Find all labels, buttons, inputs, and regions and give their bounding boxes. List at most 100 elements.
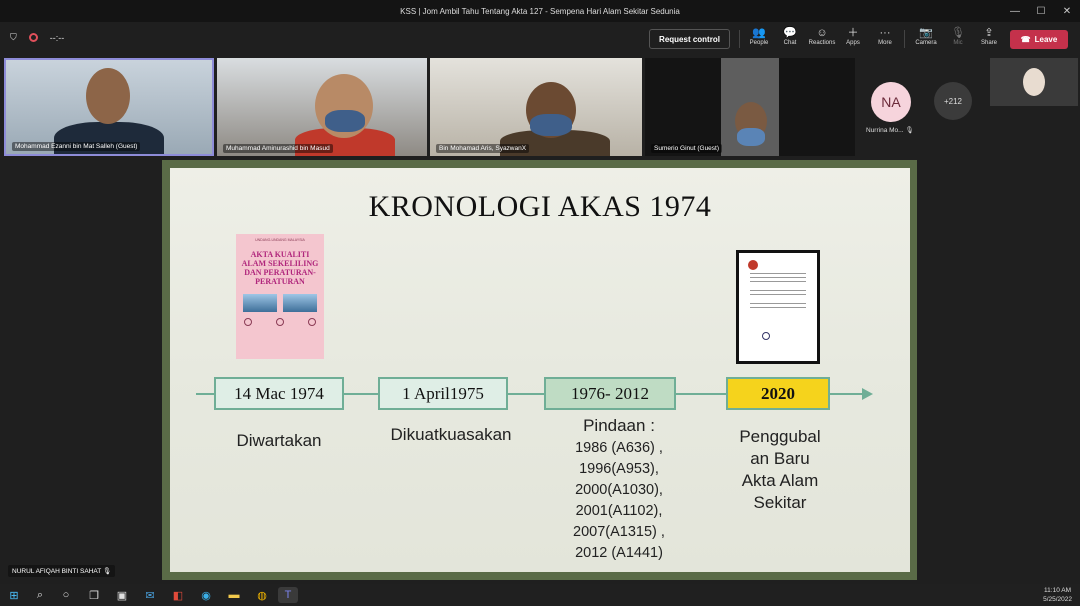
participant-name: Nurrina Mo... 🎙: [866, 126, 914, 134]
amendment-item: 1996(A953),: [579, 461, 659, 477]
timeline-arrow-icon: [862, 388, 873, 400]
store-icon[interactable]: ▣: [112, 587, 132, 603]
timeline-date-box: 2020: [726, 377, 830, 410]
task-view-icon[interactable]: ❐: [84, 587, 104, 603]
amendment-item: 1986 (A636) ,: [575, 440, 663, 456]
participant-tile[interactable]: Sumerio Ginut (Guest): [645, 58, 855, 156]
logo-icon: [308, 318, 316, 326]
chat-label: Chat: [783, 40, 797, 46]
text-line: [750, 294, 806, 295]
reactions-icon: ☺: [816, 27, 828, 39]
more-label: More: [878, 40, 892, 46]
mic-button[interactable]: 🎙 Mic: [942, 27, 974, 53]
mic-off-icon: 🎙: [905, 127, 914, 134]
reactions-label: Reactions: [808, 40, 836, 46]
participant-name: Sumerio Ginut (Guest): [651, 144, 723, 153]
reactions-button[interactable]: ☺ Reactions: [806, 27, 838, 53]
start-icon[interactable]: ⊞: [4, 587, 24, 603]
logo-icon: [244, 318, 252, 326]
leave-button[interactable]: ☎ Leave: [1010, 30, 1068, 49]
more-button[interactable]: ··· More: [869, 27, 901, 53]
more-icon: ···: [879, 27, 891, 39]
teams-icon[interactable]: T: [278, 587, 298, 603]
meeting-status: ⛉ --:--: [10, 32, 64, 43]
slide-title: KRONOLOGI AKAS 1974: [368, 190, 712, 223]
text-line: [750, 277, 806, 278]
participant-name: Muhammad Aminurashid bin Masud: [223, 144, 333, 153]
cortana-icon[interactable]: ○: [56, 587, 76, 603]
act-book-cover: UNDANG-UNDANG MALAYSIA AKTA KUALITI ALAM…: [236, 234, 324, 359]
timeline-date-box: 14 Mac 1974: [214, 377, 344, 410]
office-icon[interactable]: ◧: [168, 587, 188, 603]
text-line: [750, 307, 806, 308]
amendment-list: 1986 (A636) , 1996(A953), 2000(A1030), 2…: [544, 438, 694, 564]
maximize-icon[interactable]: ☐: [1028, 0, 1054, 22]
mic-label: Mic: [953, 40, 963, 46]
book-title: AKTA KUALITI ALAM SEKELILING DAN PERATUR…: [241, 250, 319, 286]
amendment-item: 2012 (A1441): [575, 545, 663, 561]
cover-photo: [243, 294, 277, 312]
file-explorer-icon[interactable]: ▬: [224, 587, 244, 603]
meeting-timer: --:--: [49, 32, 65, 43]
chat-button[interactable]: 💬 Chat: [774, 27, 806, 53]
share-icon: ⇪: [984, 27, 994, 39]
meeting-toolbar: ⛉ --:-- Request control 👥 People 💬 Chat …: [0, 22, 1080, 56]
edge-icon[interactable]: ◉: [196, 587, 216, 603]
camera-label: Camera: [915, 40, 937, 46]
request-control-button[interactable]: Request control: [649, 29, 730, 49]
label-line: Akta Alam: [741, 471, 819, 490]
phone-hangup-icon: ☎: [1020, 35, 1031, 44]
people-icon: 👥: [752, 27, 766, 39]
logo-icon: [276, 318, 284, 326]
shield-icon: ⛉: [10, 32, 17, 42]
mail-icon[interactable]: ✉: [140, 587, 160, 603]
close-icon[interactable]: ✕: [1054, 0, 1080, 22]
minimize-icon[interactable]: —: [1002, 0, 1028, 22]
label-line: Sekitar: [753, 493, 807, 512]
windows-taskbar: ⊞ ⌕ ○ ❐ ▣ ✉ ◧ ◉ ▬ ◍ T 11:10 AM 5/25/2022: [0, 584, 1080, 606]
clock-time: 11:10 AM: [1044, 587, 1072, 594]
book-logos: [240, 318, 320, 326]
participant-tile[interactable]: Bin Mohamad Aris, SyazwanX: [430, 58, 642, 156]
face-mask: [530, 114, 572, 136]
more-participants-button[interactable]: +212: [934, 82, 972, 120]
label-line: Penggubal: [739, 427, 821, 446]
self-name-label: NURUL AFIQAH BINTI SAHAT 🎙: [8, 565, 116, 577]
chat-icon: 💬: [783, 27, 797, 39]
book-header: UNDANG-UNDANG MALAYSIA: [255, 238, 305, 242]
share-label: Share: [980, 40, 997, 46]
face-mask: [737, 128, 765, 146]
chrome-icon[interactable]: ◍: [252, 587, 272, 603]
system-clock[interactable]: 11:10 AM 5/25/2022: [1043, 586, 1072, 604]
text-line: [750, 303, 806, 304]
crest-icon: [748, 260, 758, 270]
timeline-label: Penggubal an Baru Akta Alam Sekitar: [716, 426, 844, 514]
participant-avatar[interactable]: NA: [871, 82, 911, 122]
apps-icon: ＋: [847, 27, 859, 39]
seal-icon: [762, 332, 770, 340]
people-button[interactable]: 👥 People: [743, 27, 775, 53]
amendment-item: 2000(A1030),: [575, 482, 663, 498]
window-title: KSS | Jom Ambil Tahu Tentang Akta 127 - …: [400, 6, 680, 16]
leave-label: Leave: [1034, 35, 1058, 44]
participant-name-text: Nurrina Mo...: [866, 127, 904, 134]
timeline-label: Diwartakan: [236, 431, 322, 450]
cover-photo: [283, 294, 317, 312]
participant-tile[interactable]: Mohammad Ezanni bin Mat Salleh (Guest): [4, 58, 214, 156]
participant-name: Bin Mohamad Aris, SyazwanX: [436, 144, 530, 153]
search-icon[interactable]: ⌕: [30, 587, 50, 603]
apps-label: Apps: [846, 40, 860, 46]
apps-button[interactable]: ＋ Apps: [837, 27, 869, 53]
window-controls: — ☐ ✕: [1002, 0, 1080, 22]
presentation-slide: KRONOLOGI AKAS 1974 UNDANG-UNDANG MALAYS…: [170, 168, 910, 572]
share-button[interactable]: ⇪ Share: [973, 27, 1005, 53]
text-line: [750, 281, 806, 282]
timeline-date-box: 1 April1975: [378, 377, 508, 410]
camera-button[interactable]: 📷 Camera: [910, 27, 942, 53]
participant-tile[interactable]: Muhammad Aminurashid bin Masud: [217, 58, 427, 156]
text-line: [750, 290, 806, 291]
timeline-label: Dikuatkuasakan: [390, 425, 512, 444]
self-video-preview[interactable]: [990, 58, 1078, 106]
toolbar-divider: [739, 30, 740, 48]
gazette-document: [736, 250, 820, 364]
